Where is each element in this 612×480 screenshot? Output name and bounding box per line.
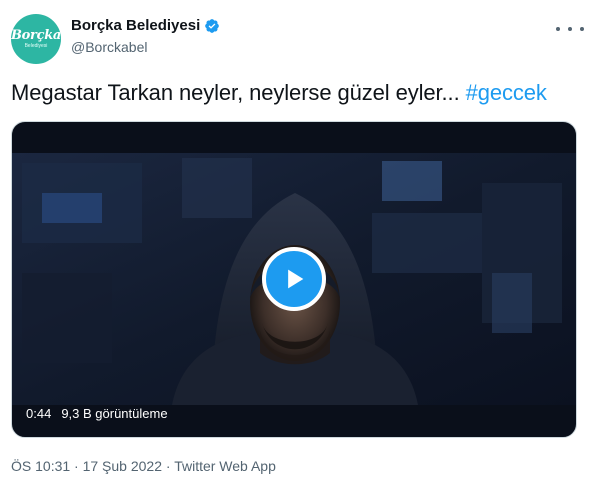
avatar[interactable]: Borçka Belediyesi [11, 14, 61, 64]
more-options-icon[interactable] [556, 20, 584, 38]
author-handle[interactable]: @Borckabel [71, 39, 147, 55]
play-icon [288, 269, 304, 289]
avatar-logo-subtext: Belediyesi [24, 43, 48, 49]
avatar-logo-text: Borçka [11, 28, 61, 43]
tweet: Borçka Belediyesi Borçka Belediyesi @Bor… [0, 0, 612, 480]
video-player[interactable]: 0:44 9,3 B görüntüleme [11, 121, 577, 438]
play-button[interactable] [262, 247, 326, 311]
verified-badge-icon [204, 18, 220, 34]
author-name-row: Borçka Belediyesi [71, 17, 220, 34]
tweet-timestamp[interactable]: ÖS 10:31 · 17 Şub 2022 · Twitter Web App [11, 458, 276, 474]
hashtag-link[interactable]: #geccek [466, 80, 547, 105]
tweet-text: Megastar Tarkan neyler, neylerse güzel e… [11, 80, 547, 106]
tweet-text-body: Megastar Tarkan neyler, neylerse güzel e… [11, 80, 460, 105]
video-duration: 0:44 [26, 406, 52, 421]
author-display-name[interactable]: Borçka Belediyesi [71, 17, 200, 34]
video-views: 9,3 B görüntüleme [61, 406, 168, 421]
video-meta: 0:44 9,3 B görüntüleme [26, 406, 168, 421]
